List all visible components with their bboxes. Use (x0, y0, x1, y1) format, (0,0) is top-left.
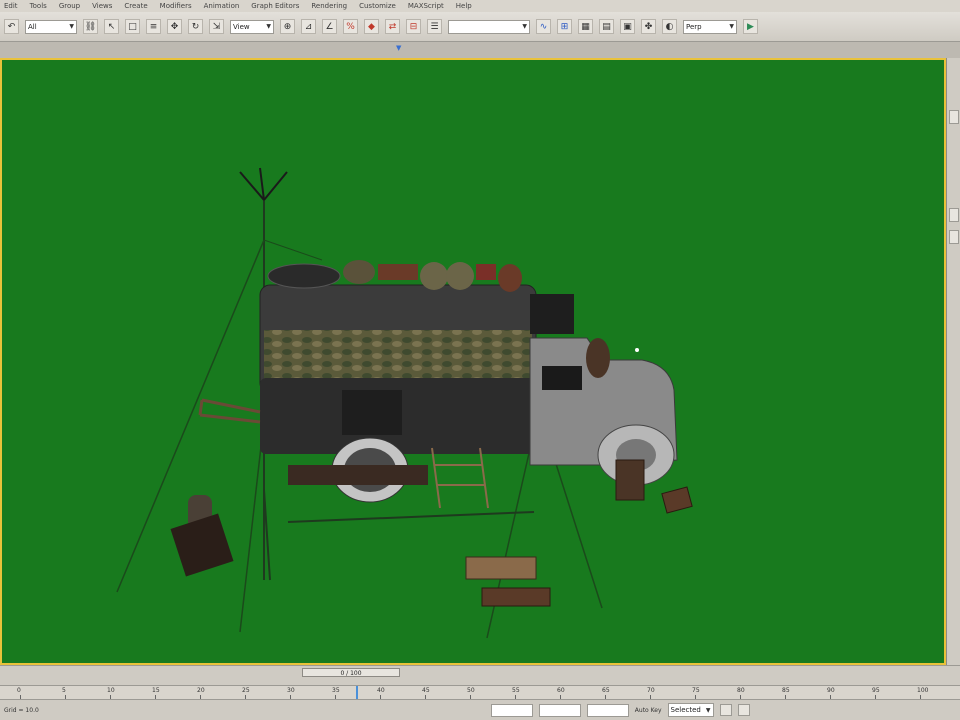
ruler-tick-label: 35 (332, 687, 340, 694)
mouse-cursor-icon (635, 348, 639, 352)
time-slider-label: 0 / 100 (340, 670, 362, 677)
rotate-icon[interactable]: ↻ (188, 19, 203, 34)
ruler-tick-label: 20 (197, 687, 205, 694)
menu-bar: Edit Tools Group Views Create Modifiers … (0, 0, 960, 12)
menu-item-edit[interactable]: Edit (4, 2, 18, 10)
mirror-icon[interactable]: ⇄ (385, 19, 400, 34)
playhead[interactable] (356, 686, 358, 700)
ruler-tick-label: 55 (512, 687, 520, 694)
set-key-button[interactable] (719, 704, 732, 716)
selection-filter-value: All (28, 22, 37, 31)
render-setup-icon[interactable]: ▤ (599, 19, 614, 34)
ruler-tick-label: 60 (557, 687, 565, 694)
ruler-tick-label: 85 (782, 687, 790, 694)
expand-arrow-icon[interactable]: ▼ (396, 44, 404, 52)
render-preset-value: Perp (686, 22, 702, 31)
truck-scene (116, 167, 693, 639)
menu-item-maxscript[interactable]: MAXScript (408, 2, 444, 10)
link-icon[interactable]: ⛓ (83, 19, 98, 34)
ruler-tick-label: 5 (62, 687, 66, 694)
scale-icon[interactable]: ⇲ (209, 19, 224, 34)
command-panel (946, 58, 960, 665)
percent-snap-icon[interactable]: % (343, 19, 358, 34)
menu-item-customize[interactable]: Customize (359, 2, 396, 10)
command-subbar: ▼ (0, 42, 960, 59)
ruler-tick-label: 90 (827, 687, 835, 694)
perspective-viewport[interactable] (2, 60, 944, 663)
x-coordinate-field[interactable] (490, 703, 533, 717)
y-coordinate-field[interactable] (538, 703, 581, 717)
ruler-tick-label: 65 (602, 687, 610, 694)
render-production-icon[interactable]: ▶ (743, 19, 758, 34)
named-selection-dropdown[interactable]: ▼ (448, 19, 530, 34)
angle-snap-icon[interactable]: ∠ (322, 19, 337, 34)
status-bar: Grid = 10.0 Auto Key Selected ▼ (0, 699, 960, 720)
undo-icon[interactable]: ↶ (4, 19, 19, 34)
menu-item-help[interactable]: Help (456, 2, 472, 10)
menu-item-views[interactable]: Views (92, 2, 112, 10)
select-object-icon[interactable]: ↖ (104, 19, 119, 34)
ruler-tick-label: 100 (917, 687, 929, 694)
menu-item-animation[interactable]: Animation (204, 2, 240, 10)
side-tab-hierarchy[interactable] (949, 230, 959, 244)
schematic-view-icon[interactable]: ⊞ (557, 19, 572, 34)
auto-key-label[interactable]: Auto Key (635, 707, 662, 714)
side-tab-create[interactable] (949, 110, 959, 124)
track-bar-ruler[interactable]: 0 5 10 15 20 25 30 35 40 45 50 55 60 65 70 75 80 85 90 95 10… (0, 685, 960, 700)
ruler-tick-label: 40 (377, 687, 385, 694)
snap-icon[interactable]: ⊿ (301, 19, 316, 34)
move-icon[interactable]: ✥ (167, 19, 182, 34)
menu-item-create[interactable]: Create (124, 2, 147, 10)
time-slider[interactable]: 0 / 100 (302, 668, 400, 677)
ruler-tick-label: 10 (107, 687, 115, 694)
curve-editor-icon[interactable]: ∿ (536, 19, 551, 34)
spinner-snap-icon[interactable]: ◆ (364, 19, 379, 34)
z-coordinate-field[interactable] (586, 703, 629, 717)
menu-item-tools[interactable]: Tools (30, 2, 47, 10)
menu-item-rendering[interactable]: Rendering (311, 2, 347, 10)
ruler-tick-label: 15 (152, 687, 160, 694)
layers-icon[interactable]: ☰ (427, 19, 442, 34)
menu-item-graph-editors[interactable]: Graph Editors (251, 2, 299, 10)
selection-filter-dropdown[interactable]: All ▼ (25, 19, 77, 34)
pivot-icon[interactable]: ⊕ (280, 19, 295, 34)
menu-item-group[interactable]: Group (59, 2, 80, 10)
ruler-tick-label: 95 (872, 687, 880, 694)
render-preset-dropdown[interactable]: Perp ▼ (683, 19, 737, 34)
select-region-icon[interactable]: □ (125, 19, 140, 34)
ruler-tick-label: 50 (467, 687, 475, 694)
perspective-viewport-frame (0, 58, 946, 665)
quick-render-icon[interactable]: ✤ (641, 19, 656, 34)
grid-status: Grid = 10.0 (4, 706, 39, 714)
main-toolbar: ↶ All ▼ ⛓ ↖ □ ≡ ✥ ↻ ⇲ View ▼ ⊕ ⊿ ∠ % ◆ ⇄ ⊟… (0, 12, 960, 42)
key-filter-dropdown[interactable]: Selected ▼ (667, 703, 714, 717)
ruler-tick-label: 0 (17, 687, 21, 694)
align-icon[interactable]: ⊟ (406, 19, 421, 34)
time-slider-bar: 0 / 100 (0, 665, 960, 685)
render-frame-icon[interactable]: ▣ (620, 19, 635, 34)
ruler-tick-label: 80 (737, 687, 745, 694)
reference-coord-value: View (233, 22, 250, 31)
ruler-tick-label: 30 (287, 687, 295, 694)
play-icon[interactable] (737, 704, 750, 716)
ruler-tick-label: 45 (422, 687, 430, 694)
ruler-tick-label: 75 (692, 687, 700, 694)
material-editor-icon[interactable]: ▦ (578, 19, 593, 34)
select-by-name-icon[interactable]: ≡ (146, 19, 161, 34)
key-filter-value: Selected (670, 706, 701, 714)
render-type-icon[interactable]: ◐ (662, 19, 677, 34)
menu-item-modifiers[interactable]: Modifiers (160, 2, 192, 10)
ruler-tick-label: 70 (647, 687, 655, 694)
reference-coord-dropdown[interactable]: View ▼ (230, 19, 274, 34)
side-tab-modify[interactable] (949, 208, 959, 222)
ruler-tick-label: 25 (242, 687, 250, 694)
